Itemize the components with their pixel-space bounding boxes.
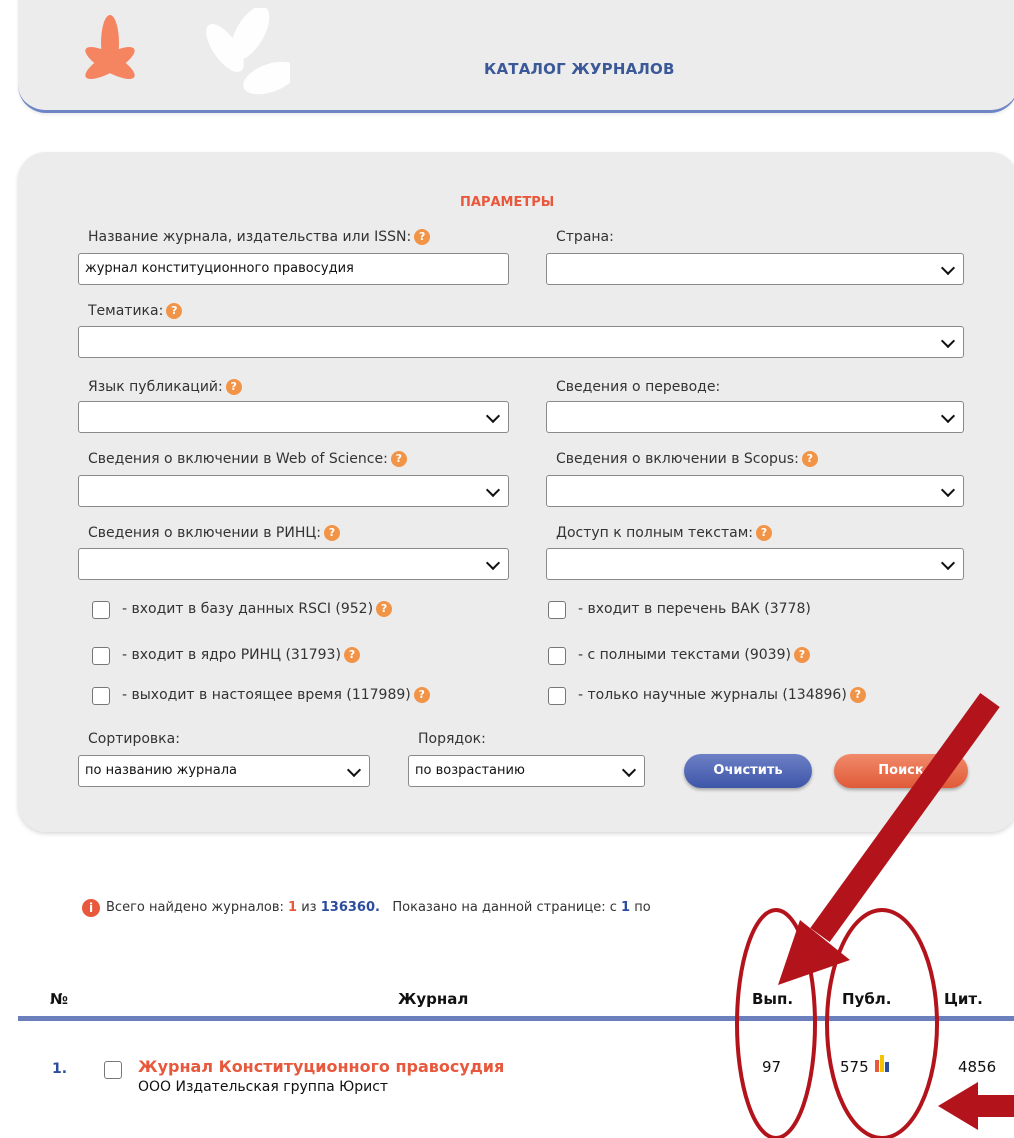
chevron-down-icon bbox=[485, 482, 501, 498]
chevron-down-icon bbox=[621, 762, 637, 778]
language-label: Язык публикаций:? bbox=[88, 379, 242, 395]
chevron-down-icon bbox=[346, 762, 362, 778]
checkbox-current[interactable] bbox=[92, 687, 110, 705]
order-select[interactable]: по возрастанию bbox=[408, 755, 645, 787]
help-icon[interactable]: ? bbox=[414, 229, 431, 245]
citations-count: 4856 bbox=[958, 1058, 997, 1076]
publications-count: 575 bbox=[840, 1058, 869, 1076]
scopus-select[interactable] bbox=[546, 475, 964, 507]
sort-label: Сортировка: bbox=[88, 731, 180, 747]
chevron-down-icon bbox=[485, 555, 501, 571]
help-icon[interactable]: ? bbox=[225, 379, 242, 395]
help-icon[interactable]: ? bbox=[801, 451, 818, 467]
chevron-down-icon bbox=[940, 555, 956, 571]
column-publications[interactable]: Публ. bbox=[842, 990, 892, 1008]
help-icon[interactable]: ? bbox=[755, 525, 772, 541]
checkbox-vak[interactable] bbox=[548, 601, 566, 619]
logo-asterisk-white bbox=[206, 8, 290, 95]
chevron-down-icon bbox=[940, 482, 956, 498]
help-icon[interactable]: ? bbox=[849, 687, 866, 703]
help-icon[interactable]: ? bbox=[413, 687, 430, 703]
checkbox-current-label: - выходит в настоящее время (117989)? bbox=[122, 687, 430, 703]
column-citations[interactable]: Цит. bbox=[944, 990, 983, 1008]
help-icon[interactable]: ? bbox=[793, 647, 810, 663]
country-select[interactable] bbox=[546, 253, 964, 285]
checkbox-rsci-label: - входит в базу данных RSCI (952)? bbox=[122, 601, 393, 617]
logo bbox=[85, 8, 290, 95]
fulltext-access-label: Доступ к полным текстам:? bbox=[556, 525, 772, 541]
bar-chart-icon[interactable] bbox=[874, 1054, 894, 1072]
help-icon[interactable]: ? bbox=[343, 647, 360, 663]
column-issues[interactable]: Вып. bbox=[752, 990, 793, 1008]
translation-label: Сведения о переводе: bbox=[556, 379, 721, 395]
journal-name-label: Название журнала, издательства или ISSN:… bbox=[88, 229, 431, 245]
checkbox-rinc-core-label: - входит в ядро РИНЦ (31793)? bbox=[122, 647, 360, 663]
column-journal: Журнал bbox=[398, 990, 469, 1008]
info-icon: i bbox=[82, 899, 100, 917]
checkbox-vak-label: - входит в перечень ВАК (3778) bbox=[578, 601, 811, 617]
clear-button[interactable]: Очистить bbox=[684, 754, 812, 788]
sort-select[interactable]: по названию журнала bbox=[78, 755, 370, 787]
page-title: КАТАЛОГ ЖУРНАЛОВ bbox=[484, 60, 675, 78]
row-number: 1. bbox=[52, 1061, 68, 1077]
chevron-down-icon bbox=[940, 260, 956, 276]
help-icon[interactable]: ? bbox=[376, 601, 393, 617]
help-icon[interactable]: ? bbox=[166, 303, 183, 319]
journal-name-input[interactable]: журнал конституционного правосудия bbox=[78, 253, 509, 285]
scopus-label: Сведения о включении в Scopus:? bbox=[556, 451, 818, 467]
journal-title-link[interactable]: Журнал Конституционного правосудия bbox=[138, 1057, 504, 1076]
checkbox-rsci[interactable] bbox=[92, 601, 110, 619]
issues-count: 97 bbox=[762, 1058, 782, 1076]
rinc-label: Сведения о включении в РИНЦ:? bbox=[88, 525, 340, 541]
country-label: Страна: bbox=[556, 229, 614, 245]
chevron-down-icon bbox=[940, 408, 956, 424]
checkbox-scientific-only[interactable] bbox=[548, 687, 566, 705]
chevron-down-icon bbox=[485, 408, 501, 424]
search-button[interactable]: Поиск bbox=[834, 754, 968, 788]
journal-publisher: ООО Издательская группа Юрист bbox=[138, 1079, 389, 1095]
topic-select[interactable] bbox=[78, 326, 964, 358]
help-icon[interactable]: ? bbox=[390, 451, 407, 467]
parameters-title: ПАРАМЕТРЫ bbox=[460, 195, 555, 210]
results-summary: Всего найдено журналов: 1 из 136360. Пок… bbox=[106, 900, 651, 915]
translation-select[interactable] bbox=[546, 401, 964, 433]
help-icon[interactable]: ? bbox=[323, 525, 340, 541]
row-select-checkbox[interactable] bbox=[104, 1061, 122, 1079]
wos-select[interactable] bbox=[78, 475, 509, 507]
checkbox-fulltext-label: - с полными текстами (9039)? bbox=[578, 647, 810, 663]
language-select[interactable] bbox=[78, 401, 509, 433]
annotation-arrow-horizontal bbox=[938, 1082, 1014, 1130]
annotation-ellipse-issues bbox=[735, 908, 817, 1138]
annotation-ellipse-publications bbox=[825, 908, 939, 1138]
fulltext-access-select[interactable] bbox=[546, 548, 964, 580]
found-count: 1 bbox=[288, 900, 298, 915]
logo-asterisk-orange bbox=[85, 15, 135, 80]
checkbox-rinc-core[interactable] bbox=[92, 647, 110, 665]
order-label: Порядок: bbox=[418, 731, 486, 747]
topic-label: Тематика:? bbox=[88, 303, 183, 319]
total-count: 136360. bbox=[320, 900, 380, 915]
column-number: № bbox=[50, 990, 69, 1008]
rinc-select[interactable] bbox=[78, 548, 509, 580]
chevron-down-icon bbox=[940, 333, 956, 349]
table-header-divider bbox=[18, 1016, 1014, 1021]
checkbox-fulltext[interactable] bbox=[548, 647, 566, 665]
wos-label: Сведения о включении в Web of Science:? bbox=[88, 451, 407, 467]
checkbox-scientific-only-label: - только научные журналы (134896)? bbox=[578, 687, 866, 703]
